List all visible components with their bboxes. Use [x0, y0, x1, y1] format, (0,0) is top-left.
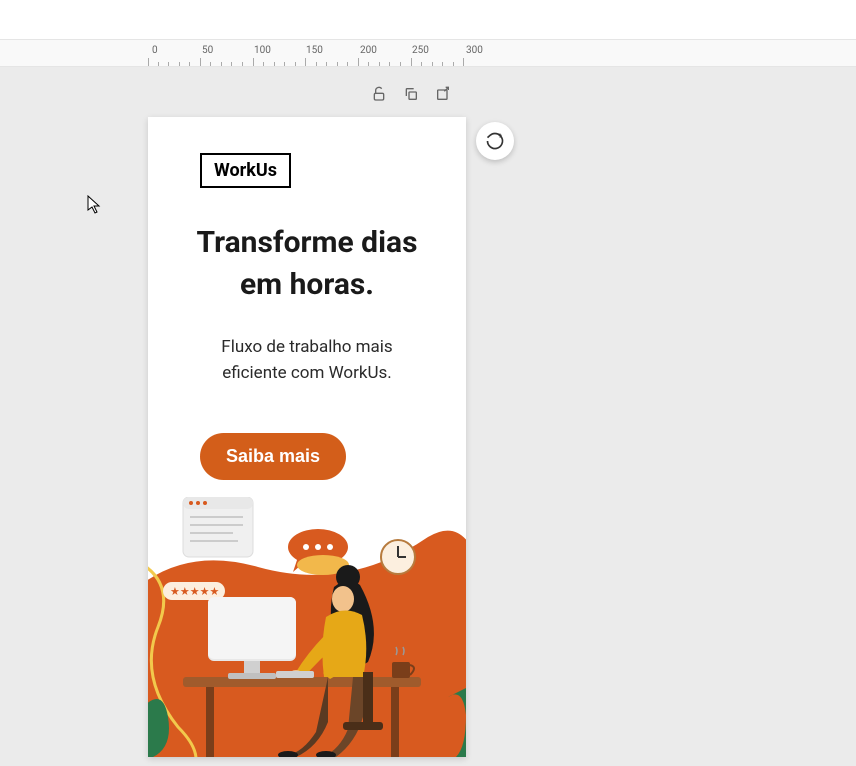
ruler-mark: 50 [202, 45, 213, 56]
ruler-mark: 250 [412, 45, 429, 56]
canvas-area[interactable]: WorkUs Transforme dias em horas. Fluxo d… [0, 67, 856, 766]
ruler-mark: 100 [254, 45, 271, 56]
illustration: ★★★★★ [148, 497, 466, 757]
logo-text: WorkUs [214, 160, 277, 181]
copy-icon[interactable] [402, 85, 420, 103]
artboard[interactable]: WorkUs Transforme dias em horas. Fluxo d… [148, 117, 466, 757]
ruler-mark: 300 [466, 45, 483, 56]
artboard-toolbar [370, 85, 452, 103]
refresh-button[interactable] [476, 122, 514, 160]
ruler-mark: 0 [152, 45, 158, 56]
subtext: Fluxo de trabalho mais eficiente com Wor… [148, 335, 466, 386]
top-bar [0, 0, 856, 40]
export-icon[interactable] [434, 85, 452, 103]
refresh-icon [485, 131, 505, 151]
ruler-mark: 150 [306, 45, 323, 56]
ruler: 0 50 100 150 200 250 300 [0, 40, 856, 67]
logo: WorkUs [200, 153, 291, 188]
svg-text:★★★★★: ★★★★★ [170, 585, 219, 598]
ruler-mark: 200 [360, 45, 377, 56]
unlock-icon[interactable] [370, 85, 388, 103]
cta-button[interactable]: Saiba mais [200, 433, 346, 480]
cursor-icon [87, 195, 103, 215]
headline: Transforme dias em horas. [148, 222, 466, 306]
